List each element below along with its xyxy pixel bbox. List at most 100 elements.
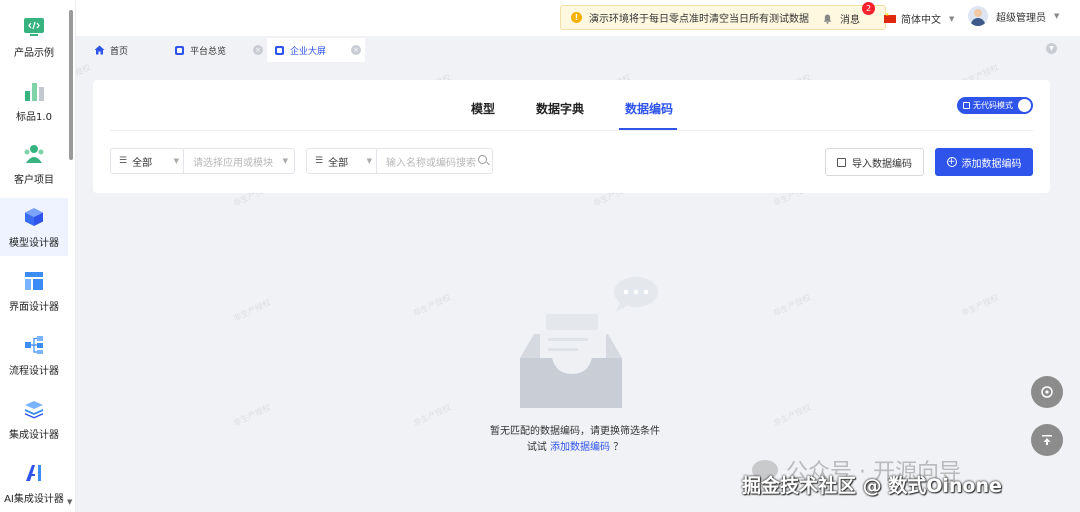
empty-state-suffix: ？: [613, 442, 624, 453]
close-icon[interactable]: ×: [253, 45, 263, 55]
users-icon: [23, 143, 45, 165]
sidebar-item-label: 模型设计器: [9, 237, 59, 249]
sidebar-item-label: AI集成设计器: [4, 493, 64, 505]
import-icon: [837, 157, 846, 167]
scope-select-value: 全部: [132, 157, 153, 169]
layout-icon: [23, 270, 45, 292]
sidebar: 产品示例 标品1.0 客户项目 模型设计器 界面设计器 流程设计器 集成设计器 …: [0, 0, 76, 512]
watermark: 非生产授权: [771, 402, 813, 429]
scope-select[interactable]: ☰ 全部 ▼: [307, 149, 377, 173]
arrow-up-to-top-icon: [1042, 435, 1052, 445]
scope-select-value: 全部: [328, 157, 349, 169]
nocode-mode-label: 无代码模式: [973, 101, 1013, 110]
toggle-knob: [1018, 99, 1031, 112]
warning-icon: !: [571, 12, 582, 23]
chevron-down-icon: ▼: [173, 157, 179, 165]
bell-icon: [823, 14, 832, 24]
top-bar: ! 演示环境将于每日零点准时清空当日所有测试数据 消息 2 简体中文 ▼ 超级管…: [76, 0, 1080, 36]
app-module-select[interactable]: 请选择应用或模块 ▼: [184, 149, 294, 173]
list-filter-icon: ☰: [119, 156, 128, 166]
tab-label: 企业大屏: [290, 46, 327, 57]
watermark: 非生产授权: [959, 292, 1001, 319]
data-code-panel: 模型 数据字典 数据编码 无代码模式 ☰ 全部 ▼ 请选择应用或模块 ▼ ☰ 全…: [93, 80, 1050, 193]
back-to-top-button[interactable]: [1031, 424, 1063, 456]
messages-button[interactable]: 消息: [823, 11, 860, 26]
empty-state-line2: 试试 添加数据编码 ？: [450, 440, 700, 456]
search-icon[interactable]: [478, 155, 487, 164]
refresh-float-button[interactable]: [1031, 376, 1063, 408]
sidebar-scrollbar[interactable]: [69, 10, 73, 160]
layers-icon: [23, 398, 45, 420]
watermark: 非生产授权: [231, 402, 273, 429]
chevron-down-icon: ▼: [949, 14, 955, 23]
empty-state-message: 暂无匹配的数据编码，请更换筛选条件 试试 添加数据编码 ？: [450, 424, 700, 456]
import-data-code-button[interactable]: 导入数据编码: [825, 148, 924, 176]
cube-icon: [23, 206, 45, 228]
tab-model[interactable]: 模型: [471, 100, 495, 117]
tab-data-dictionary[interactable]: 数据字典: [536, 100, 584, 117]
app-module-placeholder: 请选择应用或模块: [193, 157, 273, 169]
empty-inbox-icon: [520, 277, 658, 408]
import-label: 导入数据编码: [852, 158, 912, 170]
code-search-input[interactable]: 输入名称或编码搜索: [377, 149, 492, 173]
code-search-filter: ☰ 全部 ▼ 输入名称或编码搜索: [306, 148, 493, 174]
flow-icon: [23, 334, 45, 356]
app-icon: [175, 45, 184, 55]
sidebar-item-label: 界面设计器: [9, 301, 59, 313]
credit-watermark: 公众号 · 开源向导 掘金技术社区 @ 数式Oinone: [740, 454, 1076, 508]
divider: [110, 130, 1033, 131]
chevron-down-icon: ▼: [1054, 12, 1060, 20]
watermark: 非生产授权: [411, 292, 453, 319]
code-search-placeholder: 输入名称或编码搜索: [386, 157, 476, 169]
china-flag-icon: [884, 12, 896, 23]
scope-select[interactable]: ☰ 全部 ▼: [111, 149, 184, 173]
watermark: 非生产授权: [771, 292, 813, 319]
list-filter-icon: ☰: [315, 156, 324, 166]
home-icon: [94, 45, 105, 55]
tab-label: 首页: [110, 46, 129, 57]
sidebar-item-ui-designer[interactable]: 界面设计器: [0, 262, 68, 320]
bar-chart-icon: [23, 80, 45, 102]
close-icon[interactable]: ×: [351, 45, 361, 55]
user-menu[interactable]: 超级管理员 ▼: [968, 6, 1059, 26]
add-data-code-button[interactable]: + 添加数据编码: [935, 148, 1033, 176]
sidebar-item-standard-1[interactable]: 标品1.0: [0, 72, 68, 130]
credit-line2: 掘金技术社区 @ 数式Oinone: [742, 475, 1002, 497]
user-name: 超级管理员: [996, 12, 1046, 24]
app-icon: [275, 45, 284, 55]
sidebar-item-customer-projects[interactable]: 客户项目: [0, 135, 68, 193]
messages-label: 消息: [840, 15, 860, 26]
refresh-icon: [1041, 386, 1053, 398]
sidebar-item-label: 客户项目: [14, 174, 54, 186]
add-data-code-link[interactable]: 添加数据编码: [550, 442, 610, 453]
add-label: 添加数据编码: [961, 158, 1022, 170]
sidebar-item-integration-designer[interactable]: 集成设计器: [0, 390, 68, 448]
tab-platform-overview[interactable]: 平台总览 ×: [167, 38, 267, 62]
tab-enterprise-dashboard[interactable]: 企业大屏 ×: [267, 38, 365, 62]
messages-count-badge: 2: [862, 2, 875, 15]
sidebar-item-ai-integration-designer[interactable]: AI集成设计器: [0, 454, 68, 512]
watermark: 非生产授权: [411, 402, 453, 429]
sidebar-item-label: 标品1.0: [16, 111, 52, 123]
tab-home[interactable]: 首页: [86, 38, 166, 62]
tab-data-code[interactable]: 数据编码: [625, 100, 673, 117]
document-icon: [963, 102, 970, 109]
sidebar-item-product-examples[interactable]: 产品示例: [0, 8, 68, 66]
tabs-more-icon[interactable]: ▼: [1046, 43, 1057, 54]
avatar: [968, 6, 988, 26]
ai-icon: [23, 462, 45, 484]
language-selector[interactable]: 简体中文 ▼: [884, 11, 954, 26]
watermark: 非生产授权: [231, 297, 273, 324]
nocode-mode-toggle[interactable]: 无代码模式: [957, 97, 1033, 114]
scroll-down-arrow-icon[interactable]: ▼: [67, 498, 72, 506]
empty-state-prefix: 试试: [526, 442, 547, 453]
sidebar-item-model-designer[interactable]: 模型设计器: [0, 198, 68, 256]
empty-state-line1: 暂无匹配的数据编码，请更换筛选条件: [490, 426, 660, 437]
sidebar-item-label: 集成设计器: [9, 429, 59, 441]
language-label: 简体中文: [901, 15, 941, 26]
sidebar-item-label: 产品示例: [14, 47, 54, 59]
sidebar-item-flow-designer[interactable]: 流程设计器: [0, 326, 68, 384]
plus-icon: +: [946, 157, 957, 167]
code-icon: [23, 16, 45, 38]
page-tabs: 首页 平台总览 × 企业大屏 × ▼: [76, 36, 1080, 62]
